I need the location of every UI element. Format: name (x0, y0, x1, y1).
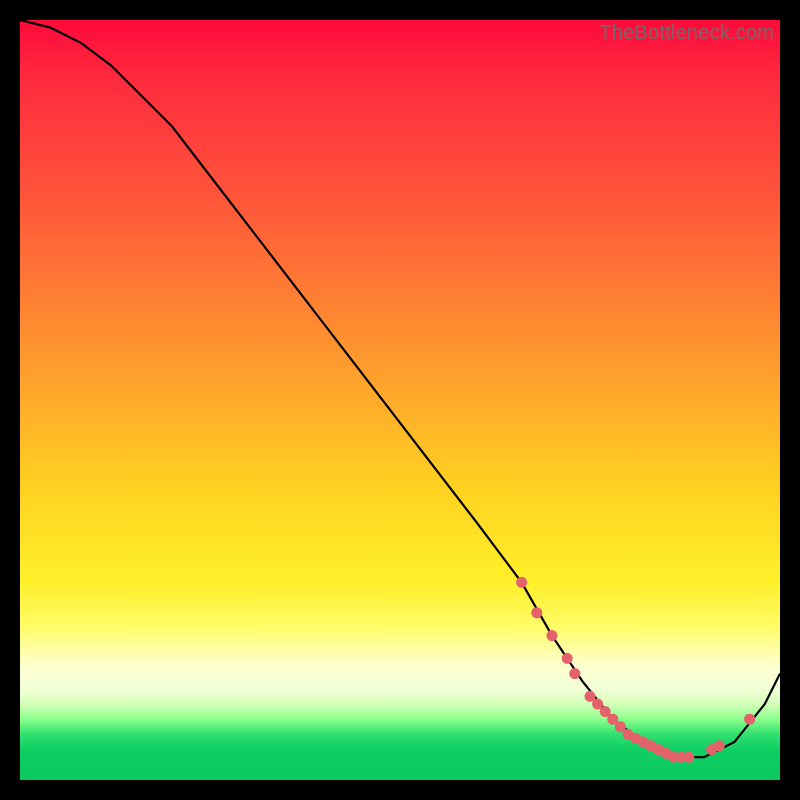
curve-marker (547, 630, 558, 641)
curve-marker (516, 577, 527, 588)
curve-marker (744, 714, 755, 725)
curve-marker (531, 607, 542, 618)
curve-marker (569, 668, 580, 679)
chart-frame: TheBottleneck.com (0, 0, 800, 800)
curve-marker-group (516, 577, 755, 763)
curve-marker (683, 752, 694, 763)
chart-plot-area: TheBottleneck.com (20, 20, 780, 780)
curve-marker (714, 740, 725, 751)
bottleneck-curve (20, 20, 780, 757)
curve-marker (562, 653, 573, 664)
chart-svg (20, 20, 780, 780)
